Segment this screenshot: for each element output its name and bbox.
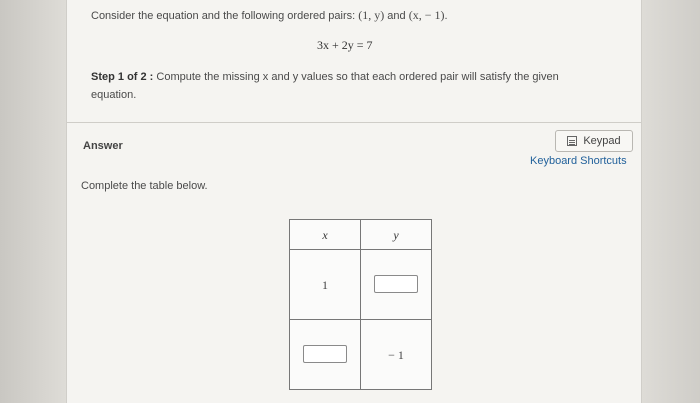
answer-label: Answer (83, 140, 123, 152)
step-instructions: Step 1 of 2 : Compute the missing x and … (91, 68, 591, 104)
question-page: Consider the equation and the following … (66, 0, 642, 403)
ordered-pair-2: (x, − 1) (408, 8, 445, 22)
step-text: Compute the missing x and y values so th… (91, 71, 559, 101)
row1-y-input[interactable] (374, 275, 418, 294)
keyboard-shortcuts-link[interactable]: Keyboard Shortcuts (530, 155, 627, 167)
question-text: Consider the equation and the following … (91, 8, 448, 23)
keypad-icon (567, 136, 578, 146)
table-row: 1 (289, 249, 432, 320)
question-end: . (444, 10, 448, 22)
question-box: Consider the equation and the following … (67, 0, 641, 123)
question-and: and (384, 10, 409, 22)
header-x: x (322, 227, 328, 242)
question-intro: Consider the equation and the following … (91, 10, 359, 22)
row2-y-value: − 1 (388, 347, 404, 362)
equation: 3x + 2y = 7 (317, 38, 373, 52)
row1-x-value: 1 (322, 277, 328, 292)
answer-table: x y 1 − 1 (289, 219, 432, 390)
table-row: − 1 (289, 319, 432, 390)
right-margin (641, 0, 700, 403)
ordered-pair-1: (1, y) (358, 8, 385, 22)
header-y: y (393, 227, 399, 242)
table-header-row: x y (289, 219, 432, 250)
keypad-button[interactable]: Keypad (555, 130, 633, 152)
table-instruction: Complete the table below. (81, 180, 208, 192)
row2-x-input[interactable] (303, 345, 347, 364)
keypad-label: Keypad (583, 135, 621, 147)
left-margin (0, 0, 66, 403)
step-label: Step 1 of 2 : (91, 71, 154, 83)
